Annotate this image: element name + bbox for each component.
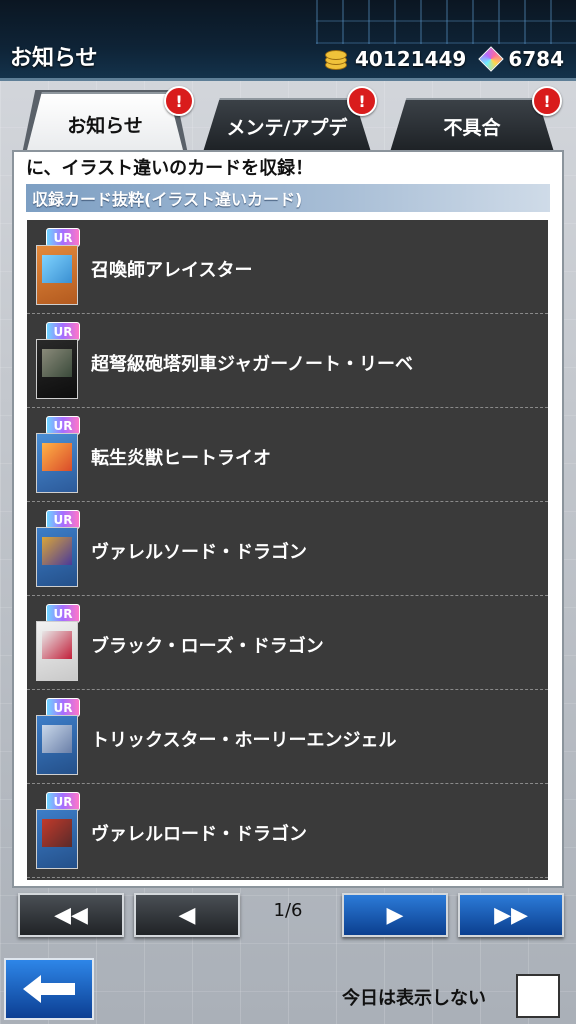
double-chevron-left-icon: ◀◀ [54,902,88,928]
chevron-right-icon: ▶ [386,902,404,928]
card-name: 超弩級砲塔列車ジャガーノート・リーベ [91,354,414,375]
double-chevron-right-icon: ▶▶ [494,902,528,928]
hide-today-checkbox[interactable] [516,974,560,1018]
card-thumbnail [36,621,78,681]
card-thumbnail [36,809,78,869]
page-indicator: 1/6 [273,900,303,921]
card-row[interactable]: UR トリックスター・ホーリーエンジェル [27,690,548,784]
card-thumbnail [36,245,78,305]
currency-display: 40121449 6784 [323,45,564,73]
card-name: 召喚師アレイスター [91,260,253,281]
card-row[interactable]: UR ヴァレルロード・ドラゴン [27,784,548,878]
card-thumbnail [36,339,78,399]
card-name: 転生炎獣ヒートライオ [91,448,271,469]
next-page-button[interactable]: ▶ [342,893,448,937]
tab-notices-alert-badge: ! [164,86,194,116]
page-title: お知らせ [10,46,98,71]
card-row[interactable]: UR 転生炎獣ヒートライオ [27,408,548,502]
card-name: トリックスター・ホーリーエンジェル [91,730,397,751]
card-thumbnail [36,433,78,493]
card-row[interactable]: UR ヴァレルソード・ドラゴン [27,502,548,596]
prev-page-button[interactable]: ◀ [134,893,240,937]
tab-maintenance[interactable]: メンテ/アプデ [203,98,371,152]
card-name: ヴァレルロード・ドラゴン [91,824,307,845]
tab-maintenance-alert-badge: ! [347,86,377,116]
chevron-left-icon: ◀ [178,902,196,928]
card-row[interactable]: UR 召喚師アレイスター [27,220,548,314]
card-list[interactable]: UR 召喚師アレイスター UR 超弩級砲塔列車ジャガーノート・リーベ UR 転生… [27,220,548,880]
card-name: ヴァレルソード・ドラゴン [91,542,307,563]
section-header: 収録カード抜粋(イラスト違いカード) [26,184,550,212]
tab-bugs-alert-badge: ! [532,86,562,116]
top-bar: お知らせ 40121449 6784 [0,0,576,81]
tab-notices-label: お知らせ [67,114,143,137]
circuit-decoration [316,0,576,44]
coin-stack-icon [323,48,349,70]
card-thumbnail [36,527,78,587]
card-row[interactable]: UR ブラック・ローズ・ドラゴン [27,596,548,690]
back-arrow-icon [23,975,75,1003]
card-thumbnail [36,715,78,775]
coin-count: 40121449 [355,47,467,71]
gem-count: 6784 [508,47,564,71]
gem-icon [478,46,505,72]
back-button[interactable] [4,958,94,1020]
card-name: ブラック・ローズ・ドラゴン [91,636,324,657]
last-page-button[interactable]: ▶▶ [458,893,564,937]
tab-notices[interactable]: お知らせ [26,92,184,154]
first-page-button[interactable]: ◀◀ [18,893,124,937]
tab-bugs[interactable]: 不具合 [390,98,554,152]
notice-lead-text: に、イラスト違いのカードを収録！ [26,158,314,179]
hide-today-label: 今日は表示しない [342,988,486,1009]
tab-maintenance-label: メンテ/アプデ [226,116,348,139]
tab-bugs-label: 不具合 [443,116,501,139]
card-row[interactable]: UR 超弩級砲塔列車ジャガーノート・リーベ [27,314,548,408]
